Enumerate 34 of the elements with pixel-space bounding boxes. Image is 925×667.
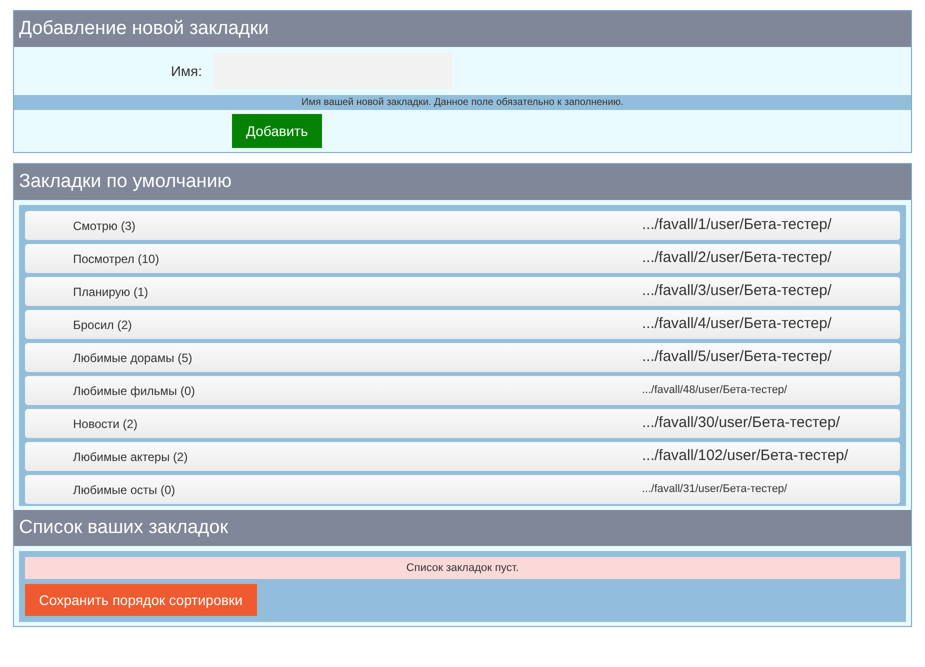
bookmark-item[interactable]: Планирую (1) .../favall/3/user/Бета-тестер/ [25, 277, 900, 306]
bookmark-link[interactable]: .../favall/1/user/Бета-тестер/ [642, 214, 832, 237]
name-label: Имя: [170, 62, 203, 80]
bookmark-item[interactable]: Бросил (2) .../favall/4/user/Бета-тестер/ [25, 310, 900, 339]
bookmark-link[interactable]: .../favall/2/user/Бета-тестер/ [642, 247, 832, 270]
bookmark-link[interactable]: .../favall/3/user/Бета-тестер/ [642, 280, 832, 303]
section-title: Закладки по умолчанию [19, 170, 232, 194]
hint-text: Имя вашей новой закладки. Данное поле обязательно к заполнению. [301, 96, 624, 110]
empty-message: Список закладок пуст. [406, 560, 519, 576]
bookmark-item[interactable]: Любимые дорамы (5) .../favall/5/user/Бета-тестер/ [25, 343, 900, 372]
bookmark-item[interactable]: Любимые осты (0) .../favall/31/user/Бета-тестер/ [25, 475, 900, 504]
bookmark-link[interactable]: .../favall/31/user/Бета-тестер/ [642, 481, 788, 498]
bookmark-item[interactable]: Смотрю (3) .../favall/1/user/Бета-тестер/ [25, 211, 900, 240]
bookmark-link[interactable]: .../favall/5/user/Бета-тестер/ [642, 346, 832, 369]
bookmark-label: Новости (2) [72, 416, 138, 432]
bookmark-label: Смотрю (3) [72, 218, 136, 234]
bookmark-label: Любимые осты (0) [72, 482, 176, 498]
section-title: Добавление новой закладки [19, 16, 269, 41]
bookmark-label: Бросил (2) [72, 316, 133, 334]
section-title: Список ваших закладок [19, 516, 228, 540]
bookmark-label: Любимые дорамы (5) [72, 350, 194, 366]
bookmark-item[interactable]: Новости (2) .../favall/30/user/Бета-тестер/ [25, 409, 900, 438]
bookmark-label: Любимые актеры (2) [72, 448, 189, 466]
bookmark-link[interactable]: .../favall/30/user/Бета-тестер/ [642, 412, 840, 435]
bookmark-label: Посмотрел (10) [72, 250, 160, 268]
bookmark-link[interactable]: .../favall/4/user/Бета-тестер/ [642, 313, 832, 336]
bookmark-item[interactable]: Посмотрел (10) .../favall/2/user/Бета-тестер/ [25, 244, 900, 273]
bookmark-item[interactable]: Любимые актеры (2) .../favall/102/user/Бета-тестер/ [25, 442, 900, 471]
bookmark-item[interactable]: Любимые фильмы (0) .../favall/48/user/Бета-тестер/ [25, 376, 900, 405]
bookmark-link[interactable]: .../favall/102/user/Бета-тестер/ [642, 445, 848, 468]
bookmark-link[interactable]: .../favall/48/user/Бета-тестер/ [642, 382, 788, 399]
bookmark-label: Планирую (1) [72, 284, 150, 300]
bookmark-label: Любимые фильмы (0) [72, 382, 196, 400]
add-button[interactable]: Добавить [232, 114, 322, 148]
